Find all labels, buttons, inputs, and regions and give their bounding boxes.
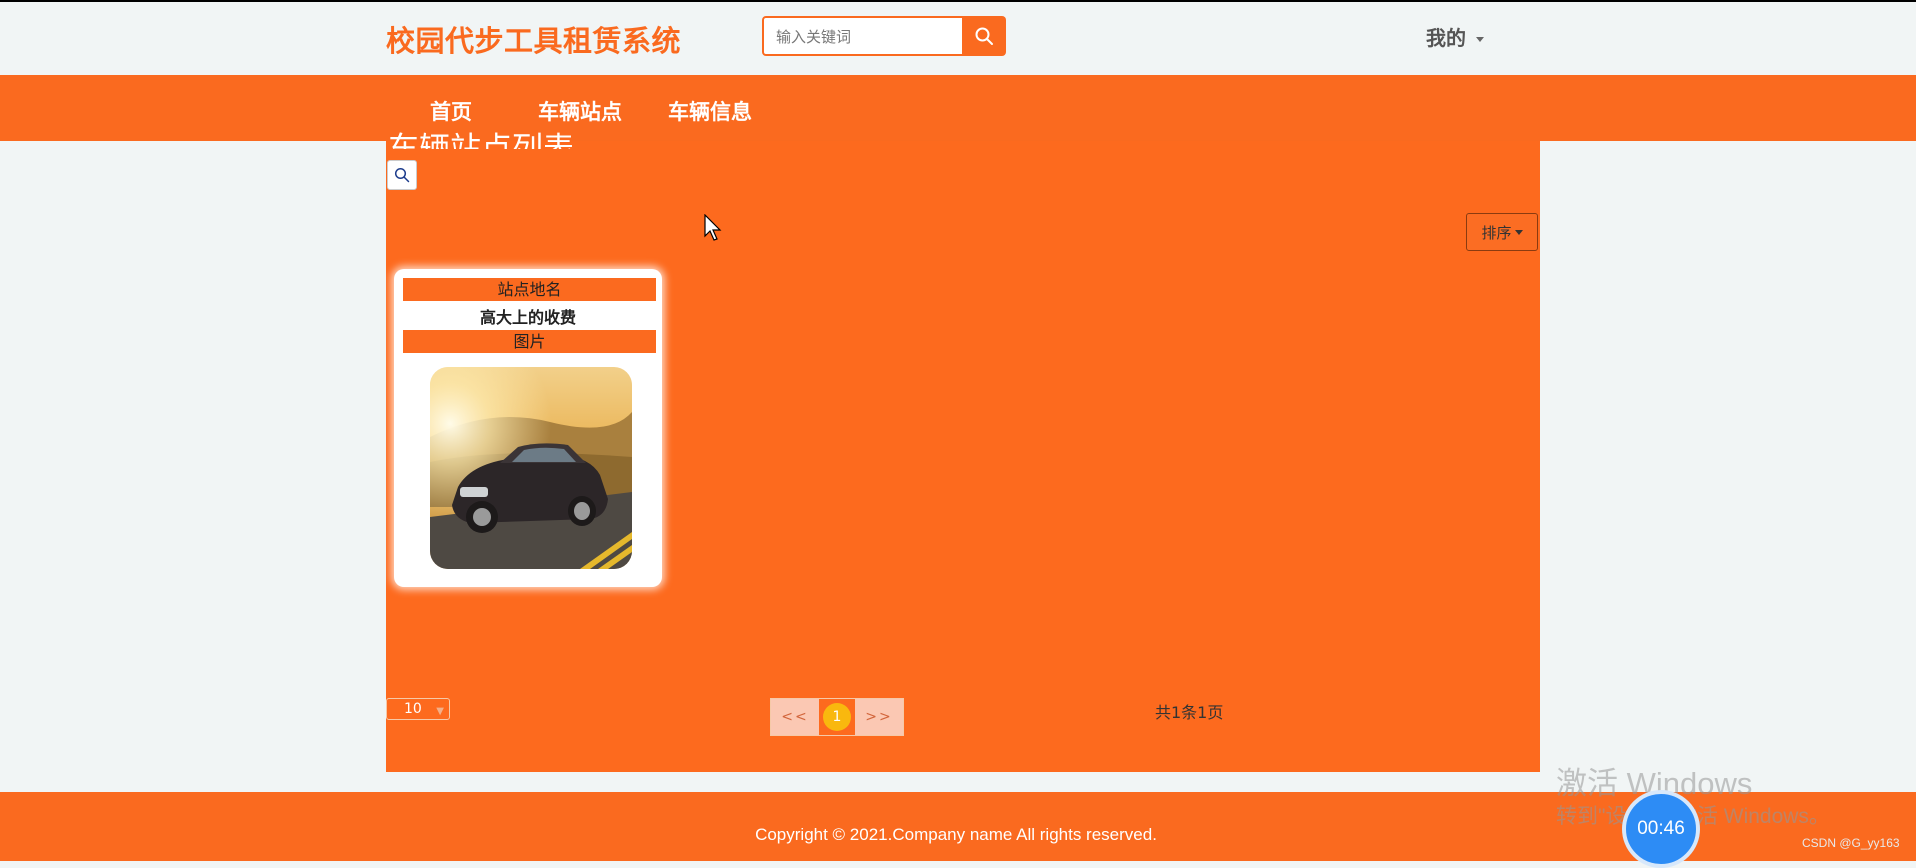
mouse-cursor-icon [704,214,722,241]
user-menu-label: 我的 [1426,26,1466,50]
pagination: << 1 >> [770,698,904,736]
search-icon [394,167,410,183]
recording-timer[interactable]: 00:46 [1622,790,1700,868]
car-photo[interactable] [430,367,632,569]
sort-button[interactable]: 排序 [1466,213,1538,251]
site-title[interactable]: 校园代步工具租赁系统 [386,18,681,60]
image-label: 图片 [403,330,656,353]
main-nav: 首页 车辆站点 车辆信息 [0,75,1916,141]
search-icon [975,27,993,45]
page-size-value: 10 [404,701,422,717]
current-page-number: 1 [823,703,851,731]
chevron-down-icon [1476,37,1484,42]
pagination-total: 共1条1页 [1155,703,1224,722]
chevron-down-icon [1514,229,1523,235]
header: 校园代步工具租赁系统 我的 [0,2,1916,75]
prev-page-button[interactable]: << [771,699,819,735]
list-search-button[interactable] [387,160,417,190]
car-image [430,367,632,569]
search-input[interactable] [774,25,958,49]
search-button[interactable] [962,16,1006,56]
next-page-button[interactable]: >> [855,699,903,735]
station-name-label: 站点地名 [403,278,656,301]
nav-item-vehicles[interactable]: 车辆信息 [668,96,752,126]
current-page-button[interactable]: 1 [819,699,855,735]
page-title: 车辆站点列表 [388,131,574,149]
csdn-watermark: CSDN @G_yy163 [1802,836,1900,850]
user-menu[interactable]: 我的 [1426,22,1484,51]
chevron-down-icon: ▼ [436,706,444,717]
page-size-select[interactable]: 10 ▼ [386,698,450,720]
station-name-value: 高大上的收费 [479,308,576,327]
station-card[interactable]: 站点地名 高大上的收费 图片 [394,269,662,587]
sort-label: 排序 [1481,223,1512,242]
search-box [762,16,1006,56]
station-list-panel: 车辆站点列表 排序 站点地名 高大上的收费 图片 10 ▼ << 1 >> 共1… [386,131,1540,772]
